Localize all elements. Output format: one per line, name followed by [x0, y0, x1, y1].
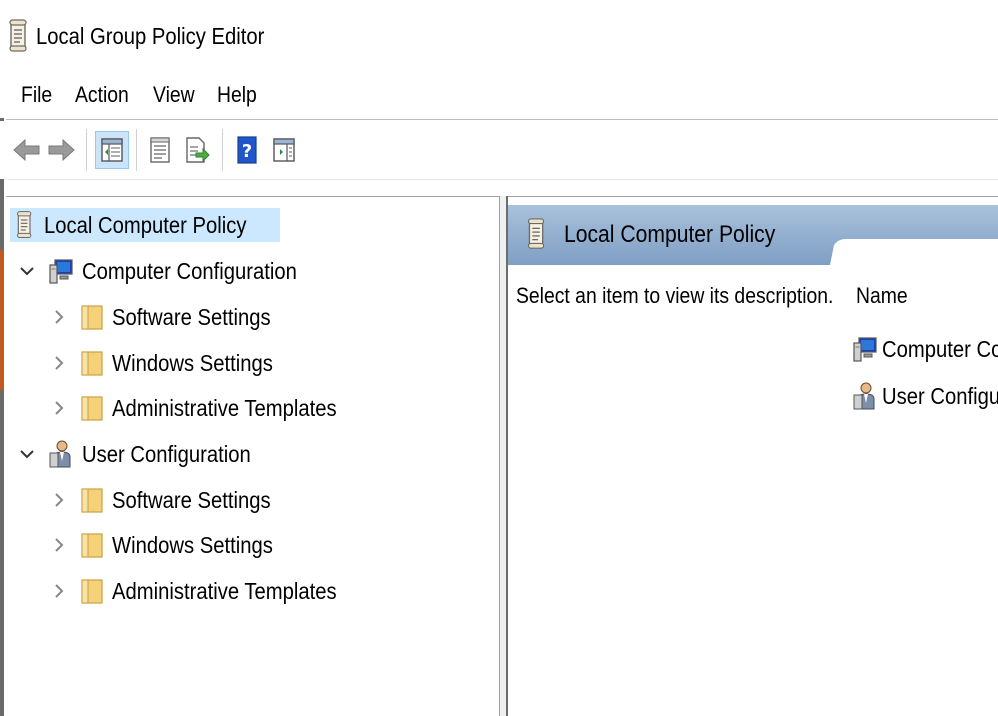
toolbar-separator: [136, 129, 137, 171]
list-item-user-configuration[interactable]: User Configura: [852, 378, 998, 414]
user-icon: [49, 440, 71, 468]
back-icon: [13, 138, 40, 162]
chevron-down-icon[interactable]: [18, 445, 36, 463]
tree-root-local-computer-policy[interactable]: Local Computer Policy: [10, 205, 281, 245]
pane-splitter[interactable]: [500, 196, 508, 716]
computer-icon: [49, 259, 73, 284]
details-pane: Local Computer Policy Select an item to …: [508, 196, 998, 716]
tree-node-windows-settings[interactable]: Windows Settings: [50, 343, 295, 383]
export-list-icon: [186, 137, 210, 163]
tree-node-administrative-templates[interactable]: Administrative Templates: [50, 571, 367, 611]
help-icon: ?: [237, 136, 257, 164]
scroll-policy-icon: [16, 211, 32, 238]
chevron-right-icon[interactable]: [50, 354, 68, 372]
list-item-label: User Configura: [882, 382, 998, 409]
chevron-right-icon[interactable]: [50, 582, 68, 600]
properties-icon: [150, 137, 170, 163]
folder-icon: [81, 488, 103, 513]
tree-node-label: Windows Settings: [112, 531, 273, 558]
chevron-right-icon[interactable]: [50, 491, 68, 509]
tree-node-label: Software Settings: [112, 303, 271, 330]
menu-separator: [6, 119, 998, 120]
scroll-policy-icon: [527, 218, 545, 249]
window-title: Local Group Policy Editor: [36, 23, 265, 49]
chevron-down-icon[interactable]: [18, 262, 36, 280]
tree-node-computer-configuration[interactable]: Computer Configuration: [18, 251, 326, 291]
tree-node-label: User Configuration: [82, 440, 251, 467]
tree-node-administrative-templates[interactable]: Administrative Templates: [50, 388, 367, 428]
tree-node-label: Administrative Templates: [112, 394, 337, 421]
menu-help[interactable]: Help: [217, 78, 257, 112]
toolbar-separator: [222, 129, 223, 171]
back-button[interactable]: [10, 131, 44, 169]
folder-icon: [81, 396, 103, 421]
menu-action[interactable]: Action: [75, 78, 129, 112]
menu-bar: File Action View Help: [0, 72, 998, 118]
properties-button[interactable]: [143, 131, 177, 169]
console-tree[interactable]: Local Computer Policy Computer Configura…: [6, 196, 500, 716]
column-header-name[interactable]: Name: [856, 281, 908, 311]
details-title: Local Computer Policy: [564, 221, 776, 248]
computer-icon: [853, 337, 877, 362]
tree-root-label: Local Computer Policy: [44, 211, 247, 238]
toolbar-separator: [86, 129, 87, 171]
chevron-right-icon[interactable]: [50, 308, 68, 326]
menu-view[interactable]: View: [153, 78, 195, 112]
folder-icon: [81, 579, 103, 604]
folder-icon: [81, 351, 103, 376]
tree-node-label: Windows Settings: [112, 349, 273, 376]
chevron-right-icon[interactable]: [50, 399, 68, 417]
folder-icon: [81, 305, 103, 330]
chevron-right-icon[interactable]: [50, 536, 68, 554]
forward-button[interactable]: [44, 131, 78, 169]
show-hide-action-pane-icon: [273, 138, 295, 162]
folder-icon: [81, 533, 103, 558]
list-item-computer-configuration[interactable]: Computer Con: [852, 331, 998, 367]
tree-node-software-settings[interactable]: Software Settings: [50, 480, 292, 520]
user-icon: [853, 382, 875, 410]
list-item-label: Computer Con: [882, 335, 998, 362]
show-hide-console-tree-button[interactable]: [95, 131, 129, 169]
tree-node-label: Software Settings: [112, 486, 271, 513]
tree-node-label: Administrative Templates: [112, 577, 337, 604]
tree-node-label: Computer Configuration: [82, 257, 297, 284]
forward-icon: [48, 138, 75, 162]
tree-node-user-configuration[interactable]: User Configuration: [18, 434, 274, 474]
details-header: Local Computer Policy: [508, 197, 998, 265]
toolbar: ?: [0, 121, 998, 179]
show-hide-console-tree-icon: [101, 138, 123, 162]
item-description: Select an item to view its description.: [516, 283, 834, 308]
help-button[interactable]: ?: [230, 131, 264, 169]
scroll-policy-icon: [9, 19, 27, 52]
export-list-button[interactable]: [180, 131, 214, 169]
menu-file[interactable]: File: [21, 78, 52, 112]
title-bar[interactable]: Local Group Policy Editor: [0, 0, 998, 72]
toolbar-separator-line: [6, 179, 998, 180]
svg-text:?: ?: [242, 141, 252, 162]
tree-node-windows-settings[interactable]: Windows Settings: [50, 525, 295, 565]
show-hide-action-pane-button[interactable]: [267, 131, 301, 169]
tree-node-software-settings[interactable]: Software Settings: [50, 297, 292, 337]
